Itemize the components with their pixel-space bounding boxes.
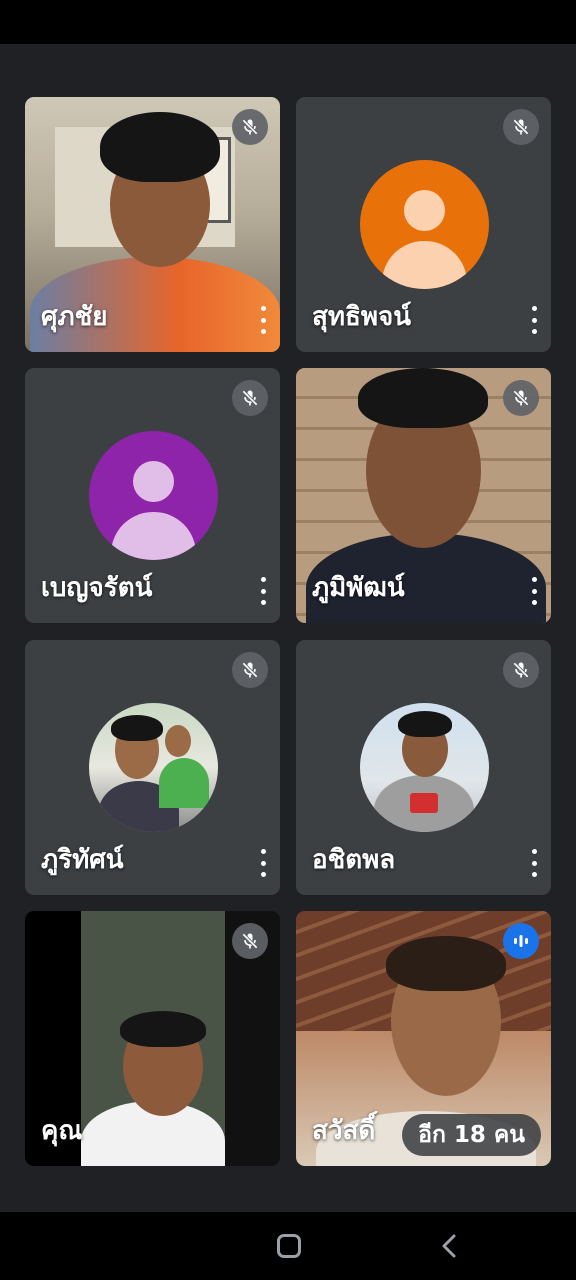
more-vert-icon[interactable] [527, 306, 541, 334]
participant-tile[interactable]: สุทธิพจน์ [296, 97, 551, 352]
participant-name: คุณ [41, 1116, 83, 1146]
more-vert-icon[interactable] [256, 849, 270, 877]
mic-off-icon [232, 380, 268, 416]
participant-tile[interactable]: เบญจรัตน์ [25, 368, 280, 623]
home-icon[interactable] [277, 1234, 301, 1258]
participant-name: สวัสดิ์ [312, 1116, 376, 1146]
back-icon[interactable] [438, 1232, 462, 1260]
avatar [89, 703, 218, 832]
mic-off-icon [503, 652, 539, 688]
participant-name: ศุภชัย [41, 302, 108, 332]
mic-off-icon [232, 652, 268, 688]
mic-off-icon [503, 380, 539, 416]
more-vert-icon[interactable] [527, 577, 541, 605]
mic-off-icon [232, 923, 268, 959]
avatar [89, 431, 218, 560]
others-count-button[interactable]: อีก 18 คน [402, 1114, 541, 1156]
audio-wave-icon [503, 923, 539, 959]
avatar [360, 703, 489, 832]
participant-name: ภูริทัศน์ [41, 845, 124, 875]
participant-name: อชิตพล [312, 845, 396, 875]
participant-grid: ศุภชัย สุทธิพจน์ เบญจรัตน์ ภูมิพัฒน์ ภูร… [0, 44, 576, 1212]
participant-tile[interactable]: ภูริทัศน์ [25, 640, 280, 895]
participant-tile[interactable]: สวัสดิ์ อีก 18 คน [296, 911, 551, 1166]
participant-name: สุทธิพจน์ [312, 302, 412, 332]
more-vert-icon[interactable] [256, 306, 270, 334]
avatar [360, 160, 489, 289]
participant-tile[interactable]: อชิตพล [296, 640, 551, 895]
mic-off-icon [232, 109, 268, 145]
participant-name: เบญจรัตน์ [41, 573, 153, 603]
participant-tile[interactable]: ศุภชัย [25, 97, 280, 352]
more-vert-icon[interactable] [527, 849, 541, 877]
mic-off-icon [503, 109, 539, 145]
participant-tile-self[interactable]: คุณ [25, 911, 280, 1166]
more-vert-icon[interactable] [256, 577, 270, 605]
participant-name: ภูมิพัฒน์ [312, 573, 405, 603]
navigation-bar [0, 1212, 576, 1280]
status-bar [0, 0, 576, 44]
participant-tile[interactable]: ภูมิพัฒน์ [296, 368, 551, 623]
